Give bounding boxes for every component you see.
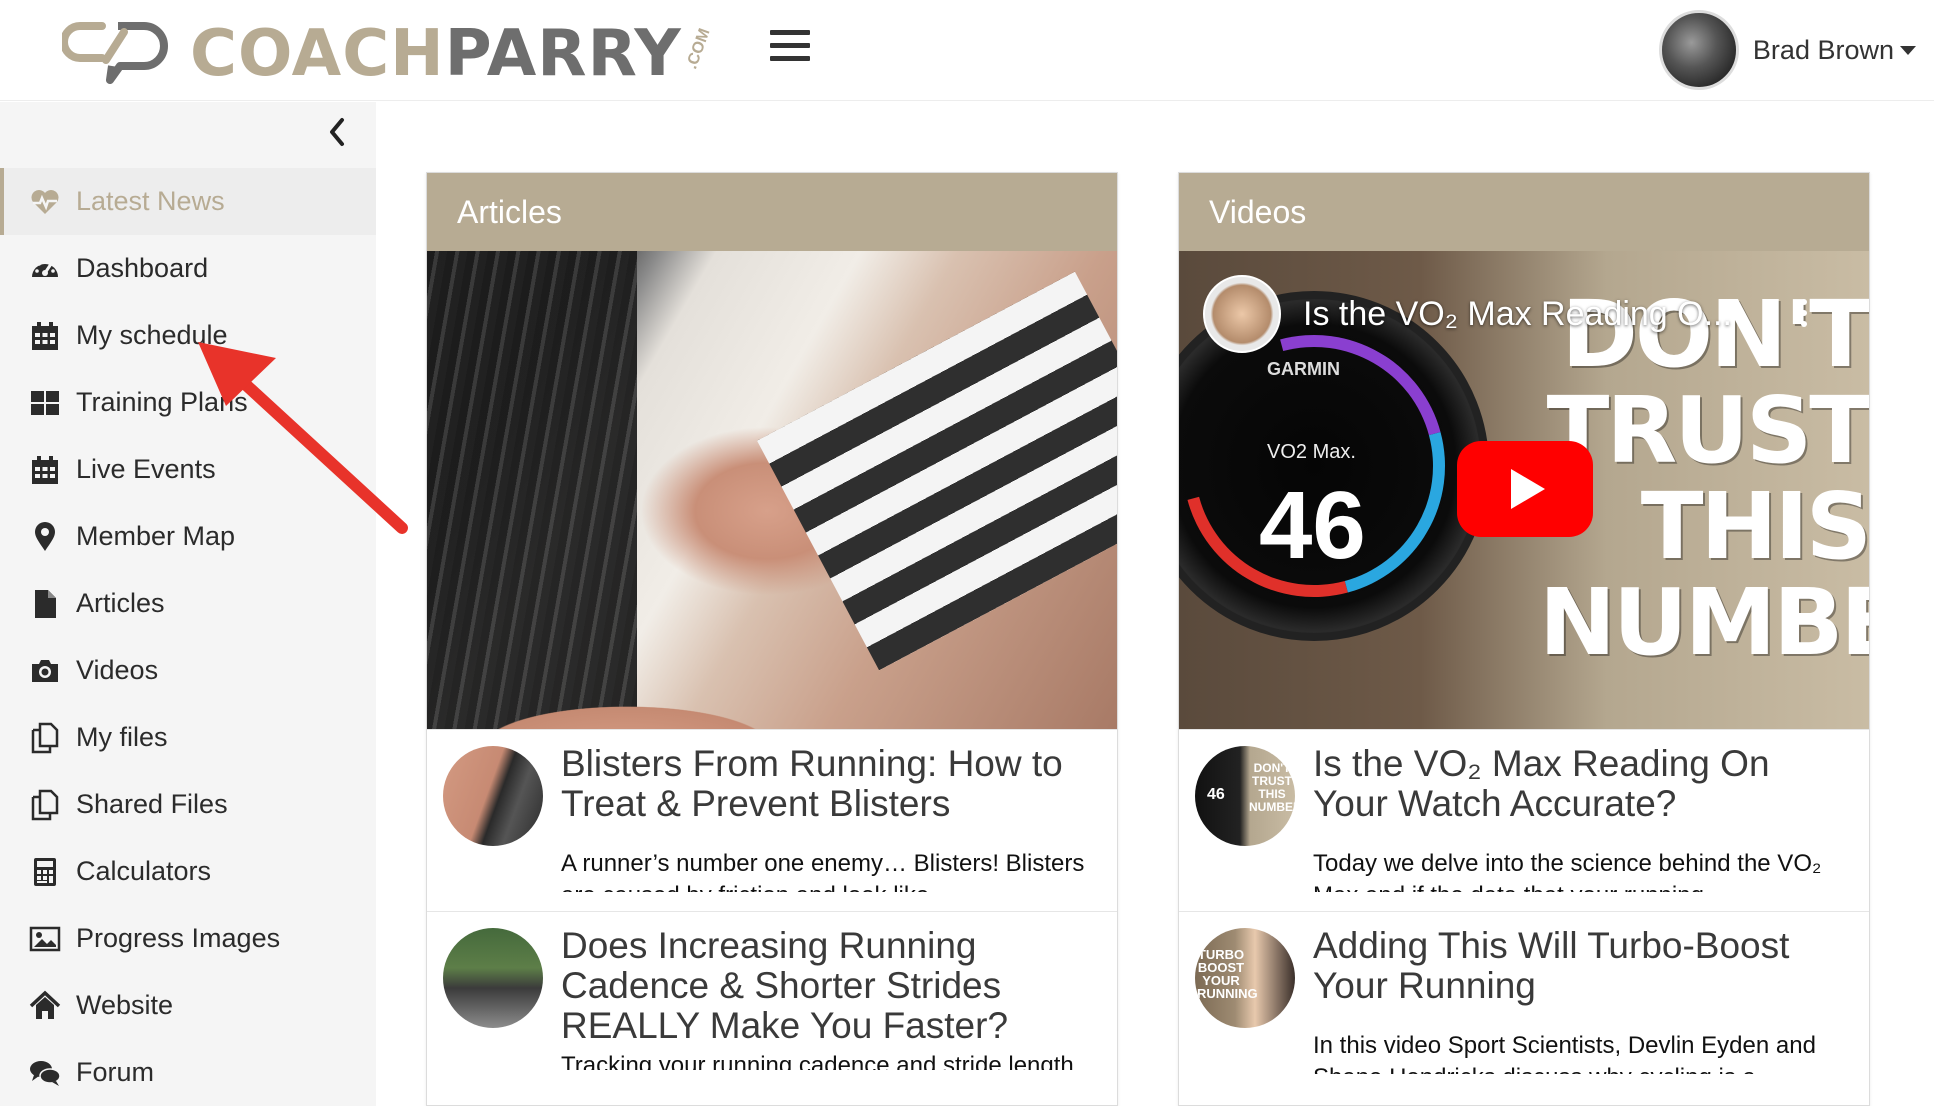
watch-brand: GARMIN [1267, 359, 1340, 379]
videos-card: Videos GARMIN VO2 Max. 46 DON'T TRUST TH… [1178, 172, 1870, 1106]
thumb-text: DON'T TRUST THIS NUMBER [1249, 761, 1295, 814]
sidebar-item-articles[interactable]: Articles [0, 570, 376, 637]
sidebar-item-label: Articles [76, 588, 165, 618]
video-excerpt: Today we delve into the science behind t… [1313, 850, 1822, 892]
sidebar-item-live-events[interactable]: Live Events [0, 436, 376, 503]
logo-text-parry: PARRY [444, 17, 682, 91]
sidebar-item-calculators[interactable]: Calculators [0, 838, 376, 905]
avatar [1658, 10, 1739, 90]
grid-icon [28, 386, 62, 420]
dashboard-gauge-icon [28, 252, 62, 286]
video-title[interactable]: Is the VO₂ Max Reading O... [1303, 295, 1732, 334]
video-player[interactable]: GARMIN VO2 Max. 46 DON'T TRUST THIS NUMB… [1179, 251, 1869, 729]
sidebar-item-label: Progress Images [76, 923, 281, 953]
top-header: COACHPARRY .COM Brad Brown [0, 0, 1934, 101]
video-thumbnail: TURBO BOOST YOUR RUNNING [1195, 928, 1295, 1028]
sidebar-item-my-files[interactable]: My files [0, 704, 376, 771]
sidebar-item-forum[interactable]: Forum [0, 1039, 376, 1106]
article-excerpt: A runner’s number one enemy… Blisters! B… [561, 850, 1085, 892]
sidebar-item-label: Latest News [76, 186, 225, 216]
sidebar-item-my-schedule[interactable]: My schedule [0, 302, 376, 369]
overlay-line: NUMBER [1539, 569, 1869, 676]
sidebar-item-dashboard[interactable]: Dashboard [0, 235, 376, 302]
caret-down-icon [1900, 45, 1916, 55]
hero-stripes-shape [757, 271, 1117, 671]
logo-text: COACHPARRY [190, 18, 682, 90]
sidebar-item-shared-files[interactable]: Shared Files [0, 771, 376, 838]
image-icon [28, 922, 62, 956]
thumb-text: TURBO BOOST YOUR RUNNING [1197, 947, 1258, 1001]
article-list-item[interactable]: Does Increasing Running Cadence & Shorte… [427, 911, 1117, 1093]
logo-mark-icon [62, 22, 168, 84]
articles-card-title: Articles [427, 173, 1117, 251]
thumb-value: 46 [1207, 786, 1225, 803]
sidebar-item-videos[interactable]: Videos [0, 637, 376, 704]
sidebar-item-website[interactable]: Website [0, 972, 376, 1039]
video-thumbnail: 46 DON'T TRUST THIS NUMBER [1195, 746, 1295, 846]
copy-files-icon [28, 721, 62, 755]
sidebar-nav: Latest News Dashboard My schedule Traini… [0, 168, 376, 1106]
logo-text-coach: COACH [190, 17, 445, 91]
file-icon [28, 587, 62, 621]
sidebar-item-label: Calculators [76, 856, 212, 886]
video-list-item[interactable]: 46 DON'T TRUST THIS NUMBER Is the VO₂ Ma… [1179, 729, 1869, 911]
watch-label: VO2 Max. [1267, 441, 1356, 463]
camera-icon [28, 654, 62, 688]
chat-icon [28, 1056, 62, 1090]
sidebar-item-label: Live Events [76, 454, 216, 484]
video-title[interactable]: Is the VO₂ Max Reading On Your Watch Acc… [1313, 744, 1853, 824]
hamburger-bar [770, 56, 810, 61]
articles-hero-image[interactable] [427, 251, 1117, 729]
channel-avatar[interactable] [1203, 275, 1281, 353]
sidebar-item-label: Forum [76, 1057, 155, 1087]
user-menu[interactable]: Brad Brown [1658, 10, 1916, 90]
article-excerpt: Tracking your running cadence and stride… [561, 1052, 1074, 1070]
video-title[interactable]: Adding This Will Turbo-Boost Your Runnin… [1313, 926, 1853, 1006]
article-thumbnail [443, 928, 543, 1028]
calendar-icon [28, 453, 62, 487]
heartbeat-icon [28, 185, 62, 219]
calendar-icon [28, 319, 62, 353]
sidebar-item-label: Shared Files [76, 789, 228, 819]
watch-value: 46 [1259, 472, 1366, 579]
video-excerpt: In this video Sport Scientists, Devlin E… [1313, 1032, 1816, 1074]
article-thumbnail [443, 746, 543, 846]
sidebar-item-progress-images[interactable]: Progress Images [0, 905, 376, 972]
sidebar-item-label: Dashboard [76, 253, 209, 283]
hamburger-bar [770, 43, 810, 48]
map-pin-icon [28, 520, 62, 554]
sidebar-item-label: Training Plans [76, 387, 248, 417]
article-title[interactable]: Does Increasing Running Cadence & Shorte… [561, 926, 1101, 1046]
sidebar-item-label: Website [76, 990, 174, 1020]
videos-card-title: Videos [1179, 173, 1869, 251]
menu-toggle-button[interactable] [770, 30, 810, 66]
sidebar-item-label: My schedule [76, 320, 228, 350]
chevron-left-icon[interactable] [322, 112, 352, 152]
article-list-item[interactable]: Blisters From Running: How to Treat & Pr… [427, 729, 1117, 911]
sidebar-item-label: My files [76, 722, 168, 752]
article-title[interactable]: Blisters From Running: How to Treat & Pr… [561, 744, 1101, 824]
video-list-item[interactable]: TURBO BOOST YOUR RUNNING Adding This Wil… [1179, 911, 1869, 1093]
sidebar-item-label: Videos [76, 655, 159, 685]
more-vertical-icon[interactable] [1801, 299, 1809, 329]
home-icon [28, 989, 62, 1023]
calculator-icon [28, 855, 62, 889]
sidebar-item-latest-news[interactable]: Latest News [0, 168, 376, 235]
coachparry-logo[interactable]: COACHPARRY .COM [62, 18, 719, 90]
sidebar-item-member-map[interactable]: Member Map [0, 503, 376, 570]
sidebar-item-label: Member Map [76, 521, 236, 551]
sidebar-item-training-plans[interactable]: Training Plans [0, 369, 376, 436]
sidebar: Latest News Dashboard My schedule Traini… [0, 102, 376, 1106]
user-name: Brad Brown [1752, 34, 1894, 65]
hamburger-bar [770, 30, 810, 35]
hero-finger-shape [427, 639, 1117, 729]
logo-com: .COM [682, 26, 714, 72]
copy-files-icon [28, 788, 62, 822]
play-button[interactable] [1457, 441, 1593, 537]
articles-card: Articles Blisters From Running: How to T… [426, 172, 1118, 1106]
